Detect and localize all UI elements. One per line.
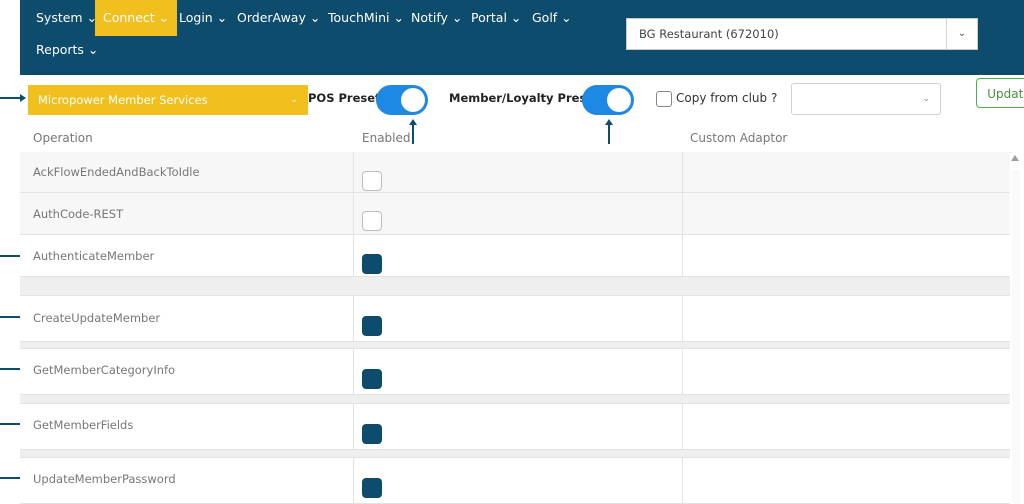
enabled-checkbox[interactable] [362, 424, 382, 444]
table-row: UpdateMemberPassword [20, 457, 1010, 504]
nav-reports[interactable]: Reports ⌄ [36, 32, 98, 68]
enabled-checkbox[interactable] [362, 478, 382, 498]
chevron-down-icon[interactable]: ⌄ [922, 84, 930, 114]
row-divider [20, 450, 1010, 457]
enabled-checkbox[interactable] [362, 316, 382, 336]
table-row: AckFlowEndedAndBackToIdle [20, 152, 1010, 193]
header-operation: Operation [33, 131, 93, 145]
presets-toolbar: Micropower Member Services ⌄ POS Presets… [20, 75, 1024, 123]
nav-login[interactable]: Login ⌄ [179, 0, 227, 36]
copy-from-club-checkbox[interactable] [656, 91, 672, 107]
nav-golf[interactable]: Golf ⌄ [532, 0, 572, 36]
copy-from-club-label: Copy from club ? [676, 91, 778, 105]
nav-touchmini[interactable]: TouchMini ⌄ [328, 0, 404, 36]
operation-name: CreateUpdateMember [33, 311, 161, 325]
nav-notify[interactable]: Notify ⌄ [411, 0, 462, 36]
nav-orderaway[interactable]: OrderAway ⌄ [237, 0, 320, 36]
nav-portal[interactable]: Portal ⌄ [471, 0, 521, 36]
top-navbar: System ⌄ Connect ⌄ Login ⌄ OrderAway ⌄ T… [20, 0, 1024, 75]
restaurant-select[interactable]: BG Restaurant (672010) ⌄ [626, 18, 978, 50]
operation-name: GetMemberCategoryInfo [33, 363, 176, 377]
table-row: GetMemberFields [20, 403, 1010, 450]
row-divider [20, 395, 1010, 403]
enabled-checkbox[interactable] [362, 369, 382, 389]
table-row: AuthenticateMember [20, 235, 1010, 277]
header-custom-adaptor: Custom Adaptor [690, 131, 788, 145]
row-divider [20, 277, 1010, 295]
pos-presets-toggle[interactable] [376, 85, 428, 115]
toggle-knob [401, 88, 425, 112]
annotation-arrow-icon [20, 94, 26, 102]
service-select[interactable]: Micropower Member Services ⌄ [28, 85, 308, 115]
club-select[interactable]: ⌄ [791, 83, 941, 115]
scroll-up-arrow-icon[interactable] [1011, 155, 1019, 161]
table-row: AuthCode-REST [20, 193, 1010, 235]
operation-name: GetMemberFields [33, 418, 134, 432]
update-button[interactable]: Update [976, 78, 1024, 108]
enabled-checkbox[interactable] [362, 254, 382, 274]
member-presets-toggle[interactable] [582, 85, 634, 115]
operation-name: UpdateMemberPassword [33, 472, 176, 486]
restaurant-select-value: BG Restaurant (672010) [639, 27, 779, 41]
annotation-arrow-icon [0, 97, 22, 99]
nav-system[interactable]: System ⌄ [36, 0, 97, 36]
header-enabled: Enabled [362, 131, 411, 145]
service-select-value: Micropower Member Services [38, 93, 208, 107]
operations-table: Operation Enabled Custom Adaptor AckFlow… [20, 123, 1012, 504]
table-row: GetMemberCategoryInfo [20, 348, 1010, 395]
operation-name: AckFlowEndedAndBackToIdle [33, 165, 200, 179]
chevron-down-icon[interactable]: ⌄ [290, 85, 298, 115]
table-row: CreateUpdateMember [20, 295, 1010, 342]
toggle-knob [607, 88, 631, 112]
operation-name: AuthenticateMember [33, 249, 155, 263]
vertical-scrollbar[interactable] [1012, 170, 1020, 504]
table-header: Operation Enabled Custom Adaptor [20, 123, 1012, 153]
operation-name: AuthCode-REST [33, 207, 124, 221]
nav-connect[interactable]: Connect ⌄ [95, 0, 178, 36]
chevron-down-icon[interactable]: ⌄ [946, 19, 977, 49]
enabled-checkbox[interactable] [362, 171, 382, 191]
enabled-checkbox[interactable] [362, 211, 382, 231]
